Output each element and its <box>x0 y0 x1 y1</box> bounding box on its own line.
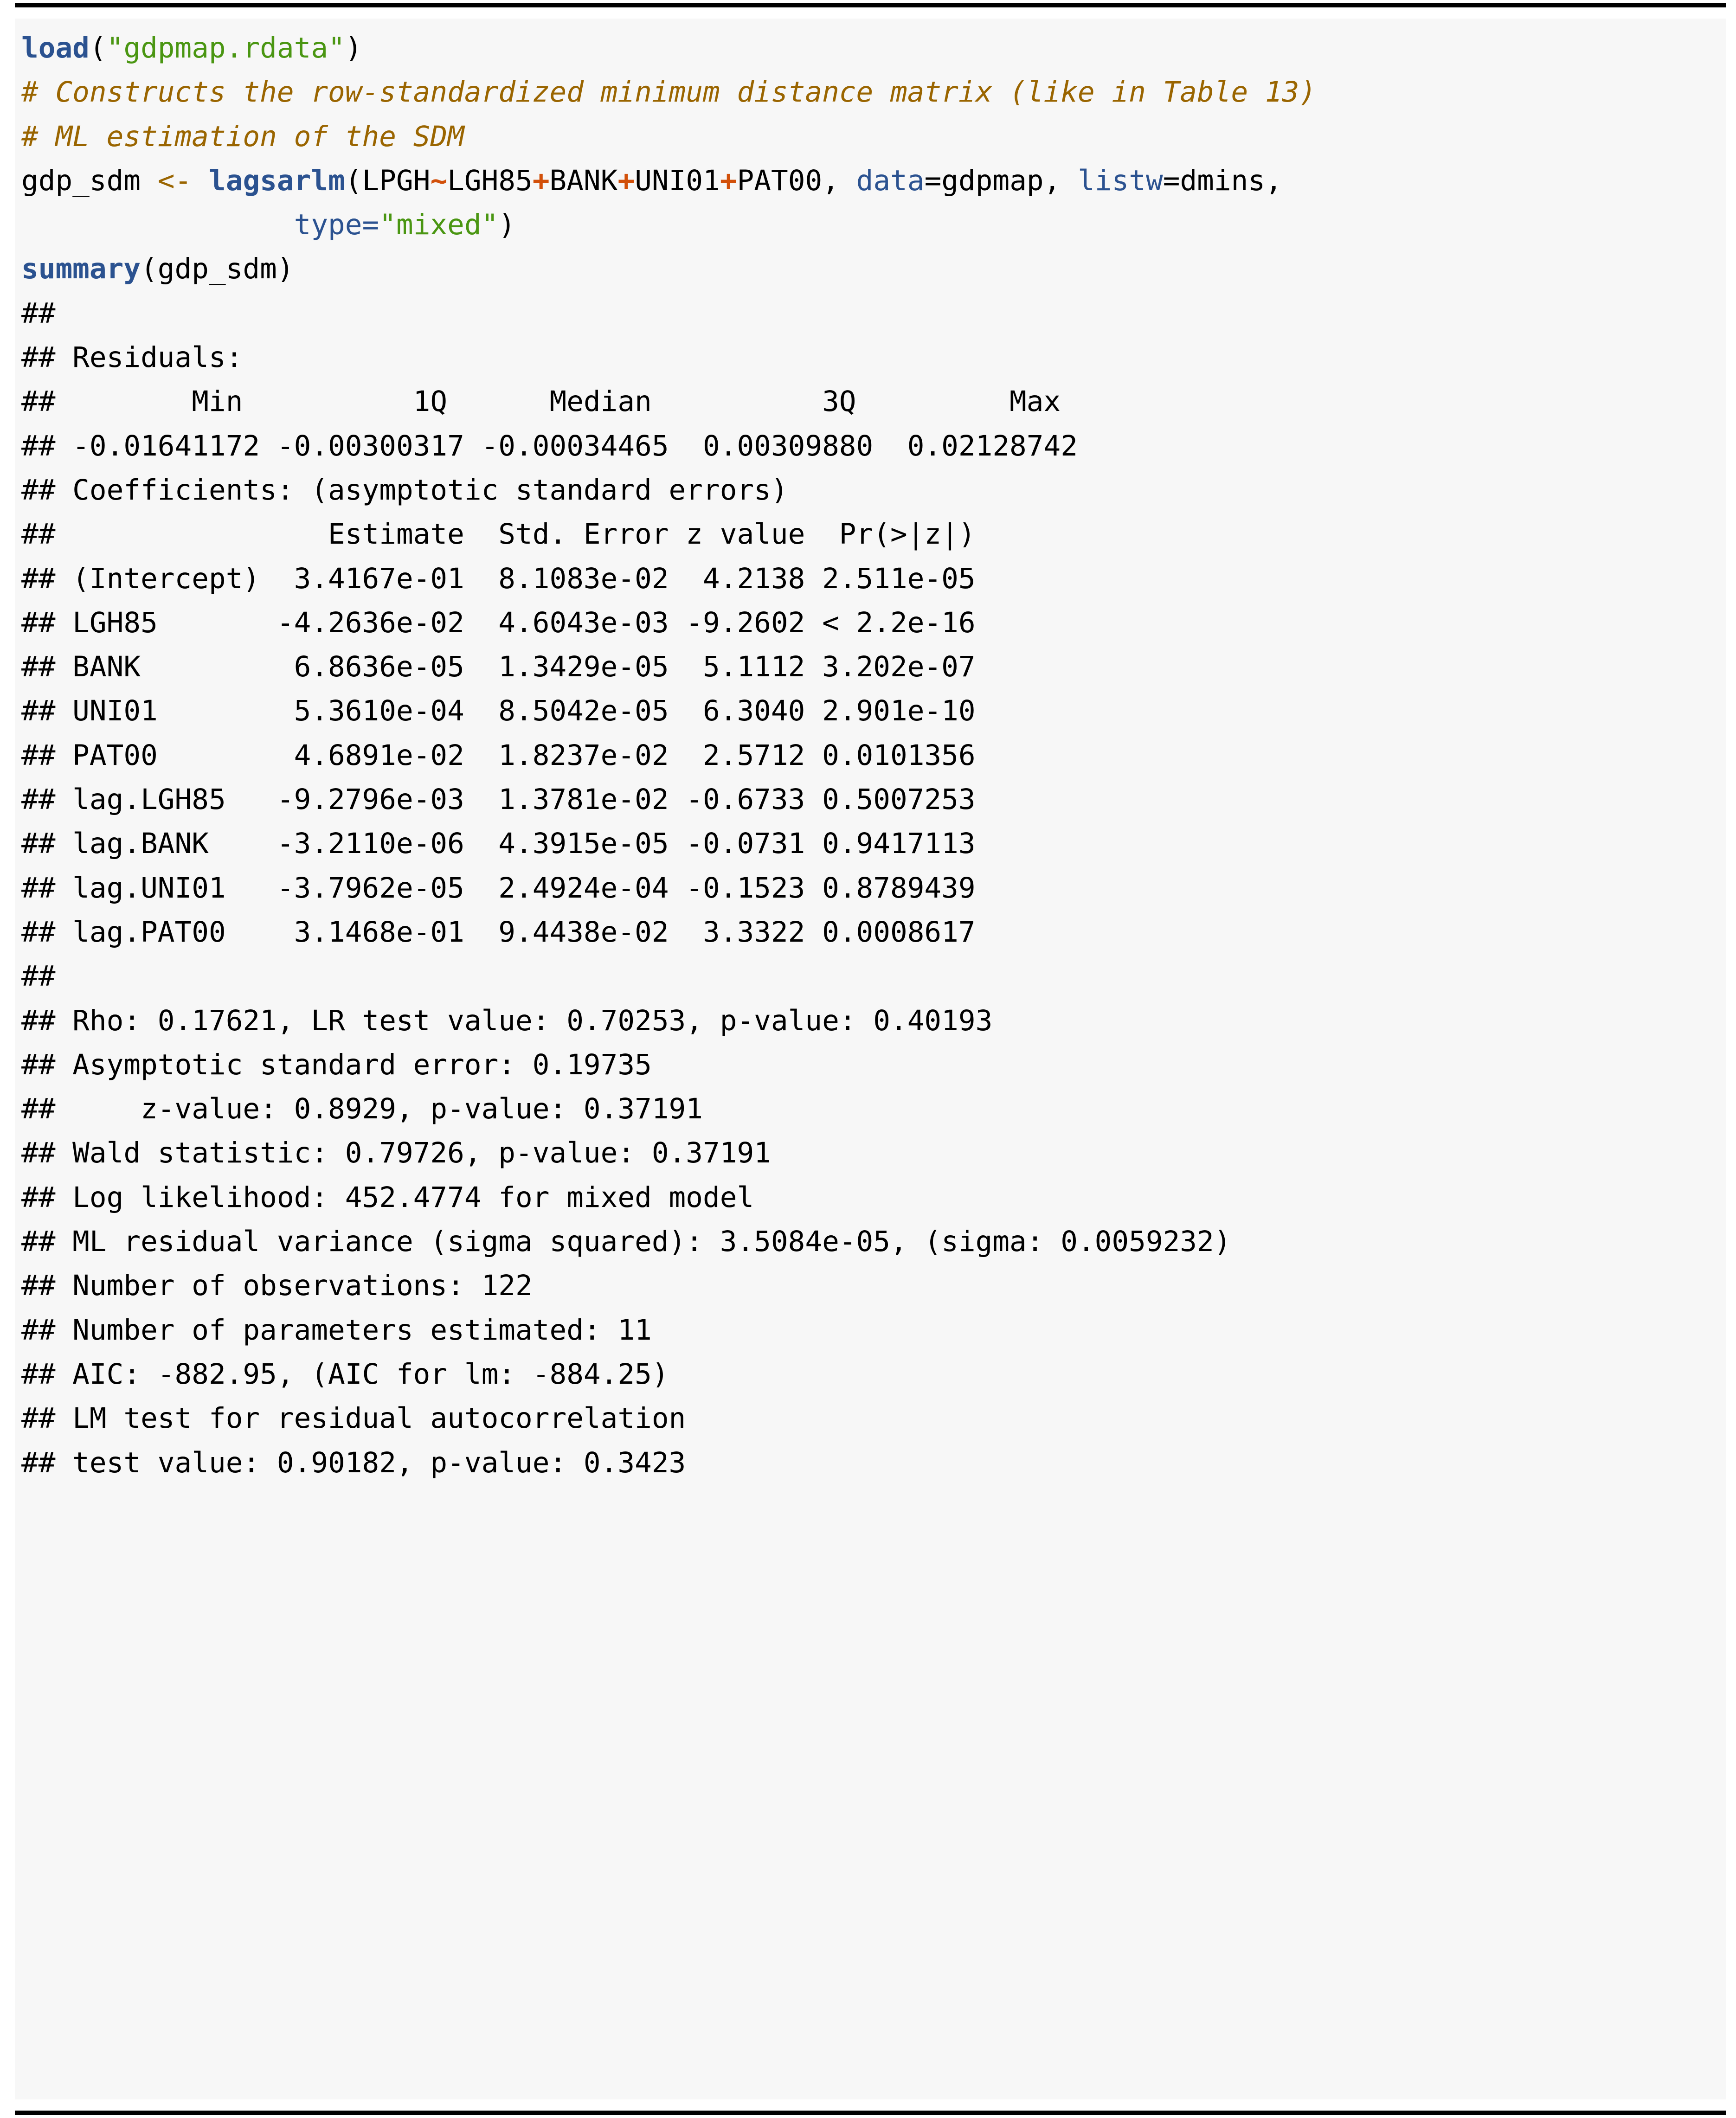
formula-term-uni01: UNI01 <box>635 164 720 197</box>
output-line-wald-statistic: ## Wald statistic: 0.79726, p-value: 0.3… <box>21 1131 1726 1175</box>
output-line-log-likelihood: ## Log likelihood: 452.4774 for mixed mo… <box>21 1175 1726 1219</box>
output-row-lgh85: ## LGH85 -4.2636e-02 4.6043e-03 -9.2602 … <box>21 601 1726 645</box>
r-console-listing: load("gdpmap.rdata") # Constructs the ro… <box>0 0 1736 2118</box>
output-line-ml-residual-variance: ## ML residual variance (sigma squared):… <box>21 1219 1726 1264</box>
lagsarlm-function-name: lagsarlm <box>192 164 345 197</box>
formula-term-bank: BANK <box>550 164 618 197</box>
formula-term-pat00: PAT00 <box>737 164 823 197</box>
load-close-paren: ) <box>345 32 362 64</box>
code-line-load: load("gdpmap.rdata") <box>21 26 1726 70</box>
output-row-lag-uni01: ## lag.UNI01 -3.7962e-05 2.4924e-04 -0.1… <box>21 866 1726 910</box>
output-line-residuals-header: ## Residuals: <box>21 335 1726 379</box>
lagsarlm-open-paren: ( <box>345 164 362 197</box>
summary-function-name: summary <box>21 252 141 285</box>
formula-comma: , <box>822 164 856 197</box>
output-line-residuals-values: ## -0.01641172 -0.00300317 -0.00034465 0… <box>21 424 1726 468</box>
output-line-lm-test-value: ## test value: 0.90182, p-value: 0.3423 <box>21 1441 1726 1485</box>
load-open-paren: ( <box>90 32 107 64</box>
output-line-n-parameters: ## Number of parameters estimated: 11 <box>21 1308 1726 1352</box>
output-line-coefficients-columns: ## Estimate Std. Error z value Pr(>|z|) <box>21 512 1726 556</box>
code-line-comment-1: # Constructs the row-standardized minimu… <box>21 70 1726 114</box>
code-block: load("gdpmap.rdata") # Constructs the ro… <box>15 19 1726 2099</box>
output-line-coefficients-header: ## Coefficients: (asymptotic standard er… <box>21 468 1726 512</box>
output-line-asymptotic-se: ## Asymptotic standard error: 0.19735 <box>21 1043 1726 1087</box>
code-line-type-arg: type="mixed") <box>21 203 1726 247</box>
arg-listw-name: listw <box>1078 164 1163 197</box>
arg-data-value: =gdpmap, <box>925 164 1078 197</box>
arg-data-name: data <box>856 164 925 197</box>
code-line-summary-call: summary(gdp_sdm) <box>21 247 1726 291</box>
arg-type-value: "mixed" <box>379 208 498 241</box>
load-string-arg: "gdpmap.rdata" <box>107 32 345 64</box>
output-row-lag-pat00: ## lag.PAT00 3.1468e-01 9.4438e-02 3.332… <box>21 910 1726 954</box>
output-row-pat00: ## PAT00 4.6891e-02 1.8237e-02 2.5712 0.… <box>21 733 1726 777</box>
formula-response: LPGH <box>362 164 431 197</box>
formula-plus-operator-2: + <box>617 164 635 197</box>
formula-tilde-operator: ~ <box>430 164 447 197</box>
listing-top-rule <box>15 3 1726 7</box>
output-row-uni01: ## UNI01 5.3610e-04 8.5042e-05 6.3040 2.… <box>21 689 1726 733</box>
lagsarlm-close-paren: ) <box>498 208 515 241</box>
continuation-indent <box>21 208 294 241</box>
output-line-n-observations: ## Number of observations: 122 <box>21 1264 1726 1308</box>
output-line-rho: ## Rho: 0.17621, LR test value: 0.70253,… <box>21 999 1726 1043</box>
output-row-lag-lgh85: ## lag.LGH85 -9.2796e-03 1.3781e-02 -0.6… <box>21 777 1726 822</box>
arg-type-name: type <box>294 208 362 241</box>
formula-plus-operator-1: + <box>533 164 550 197</box>
code-line-comment-2: # ML estimation of the SDM <box>21 115 1726 159</box>
arg-type-equals: = <box>362 208 379 241</box>
listing-bottom-rule <box>15 2111 1726 2115</box>
output-line-blank-2: ## <box>21 954 1726 998</box>
assign-variable-name: gdp_sdm <box>21 164 158 197</box>
load-function-name: load <box>21 32 90 64</box>
output-line-lm-test-header: ## LM test for residual autocorrelation <box>21 1396 1726 1440</box>
output-line-aic: ## AIC: -882.95, (AIC for lm: -884.25) <box>21 1352 1726 1396</box>
output-row-lag-bank: ## lag.BANK -3.2110e-06 4.3915e-05 -0.07… <box>21 822 1726 866</box>
arg-listw-value: =dmins, <box>1163 164 1282 197</box>
formula-plus-operator-3: + <box>720 164 737 197</box>
formula-term-lgh85: LGH85 <box>447 164 533 197</box>
output-line: ## <box>21 291 1726 335</box>
assign-arrow-operator: <- <box>158 164 192 197</box>
comment-text-1: # Constructs the row-standardized minimu… <box>21 76 1316 109</box>
comment-text-2: # ML estimation of the SDM <box>21 120 464 153</box>
output-line-z-value: ## z-value: 0.8929, p-value: 0.37191 <box>21 1087 1726 1131</box>
summary-argument: (gdp_sdm) <box>141 252 294 285</box>
output-line-residuals-columns: ## Min 1Q Median 3Q Max <box>21 379 1726 424</box>
output-row-bank: ## BANK 6.8636e-05 1.3429e-05 5.1112 3.2… <box>21 645 1726 689</box>
code-line-lagsarlm-call: gdp_sdm <- lagsarlm(LPGH~LGH85+BANK+UNI0… <box>21 159 1726 203</box>
output-row-intercept: ## (Intercept) 3.4167e-01 8.1083e-02 4.2… <box>21 557 1726 601</box>
